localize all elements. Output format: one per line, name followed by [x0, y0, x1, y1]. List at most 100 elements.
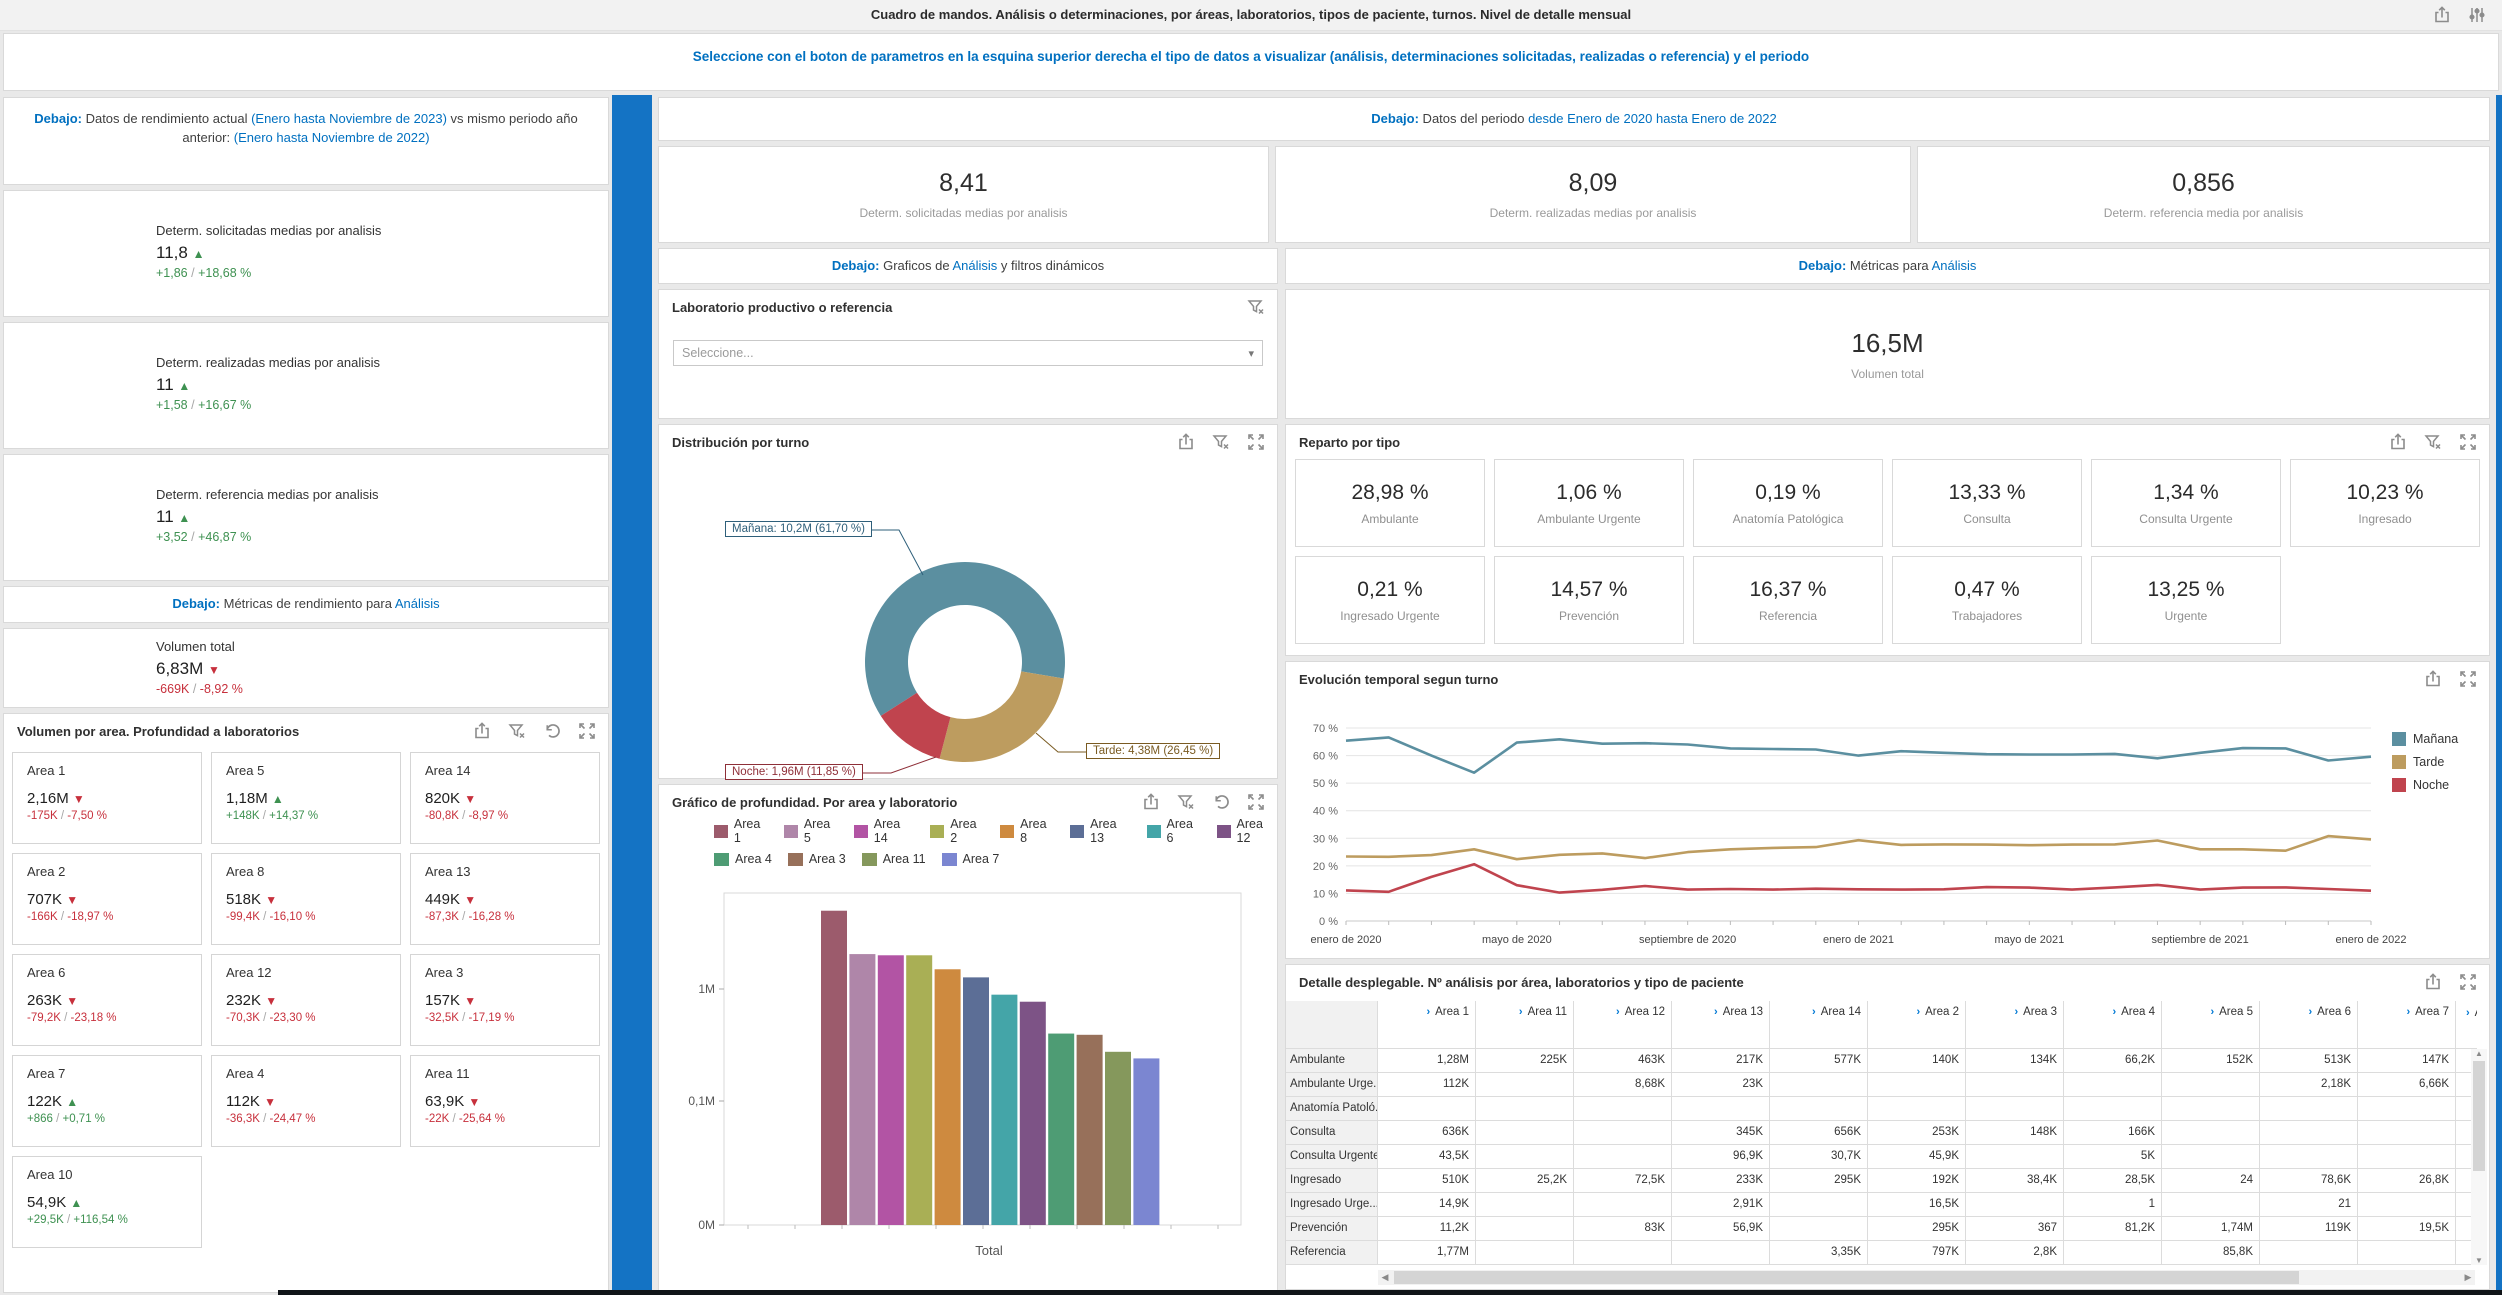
export-icon[interactable] [2424, 973, 2442, 991]
area-card[interactable]: Area 51,18M ▲+148K / +14,37 % [211, 752, 401, 844]
legend-item-mañana[interactable]: Mañana [2392, 732, 2458, 746]
column-header-area-2[interactable]: ›Area 2 [1868, 1001, 1966, 1049]
depth-bar-chart[interactable]: 1M0,1M0MTotal [659, 885, 1277, 1285]
clear-filter-icon[interactable] [1177, 793, 1195, 811]
reparto-tile[interactable]: 13,25 %Urgente [2091, 556, 2281, 644]
legend-item-area-2[interactable]: Area 2 [930, 817, 984, 845]
column-header-area-12[interactable]: ›Area 12 [1574, 1001, 1672, 1049]
reparto-tile[interactable]: 0,19 %Anatomía Patológica [1693, 459, 1883, 547]
table-vertical-scrollbar[interactable]: ▲ ▼ [2471, 1049, 2487, 1265]
legend-item-area-8[interactable]: Area 8 [1000, 817, 1054, 845]
expand-chevron-icon[interactable]: › [1812, 1006, 1816, 1018]
legend-item-area-12[interactable]: Area 12 [1217, 817, 1277, 845]
scroll-right-icon[interactable]: ▶ [2461, 1272, 2475, 1283]
expand-chevron-icon[interactable]: › [2406, 1006, 2410, 1018]
legend-item-tarde[interactable]: Tarde [2392, 755, 2458, 769]
undo-icon[interactable] [543, 722, 561, 740]
area-card[interactable]: Area 3157K ▼-32,5K / -17,19 % [410, 954, 600, 1046]
expand-icon[interactable] [1247, 433, 1265, 451]
column-header-area-5[interactable]: ›Area 5 [2162, 1001, 2260, 1049]
expand-chevron-icon[interactable]: › [2308, 1006, 2312, 1018]
area-card[interactable]: Area 8518K ▼-99,4K / -16,10 % [211, 853, 401, 945]
column-header-area-4[interactable]: ›Area 4 [2064, 1001, 2162, 1049]
legend-item-area-1[interactable]: Area 1 [714, 817, 768, 845]
table-horizontal-scrollbar[interactable]: ◀ ▶ [1378, 1270, 2475, 1285]
expand-chevron-icon[interactable]: › [2014, 1006, 2018, 1018]
column-header-area-14[interactable]: ›Area 14 [1770, 1001, 1868, 1049]
column-header-area-6[interactable]: ›Area 6 [2260, 1001, 2358, 1049]
export-icon[interactable] [2389, 433, 2407, 451]
legend-item-area-3[interactable]: Area 3 [788, 852, 846, 866]
expand-chevron-icon[interactable]: › [2112, 1006, 2116, 1018]
bar-area-1[interactable] [821, 911, 847, 1225]
donut-chart[interactable]: Mañana: 10,2M (61,70 %)Tarde: 4,38M (26,… [659, 465, 1277, 778]
area-card[interactable]: Area 13449K ▼-87,3K / -16,28 % [410, 853, 600, 945]
scroll-left-icon[interactable]: ◀ [1378, 1272, 1392, 1283]
legend-item-area-5[interactable]: Area 5 [784, 817, 838, 845]
bar-area-3[interactable] [1077, 1035, 1103, 1225]
bar-area-6[interactable] [991, 995, 1017, 1225]
expand-icon[interactable] [2459, 973, 2477, 991]
reparto-tile[interactable]: 0,21 %Ingresado Urgente [1295, 556, 1485, 644]
reparto-tile[interactable]: 14,57 %Prevención [1494, 556, 1684, 644]
reparto-tile[interactable]: 16,37 %Referencia [1693, 556, 1883, 644]
column-header-area-11[interactable]: ›Area 11 [1476, 1001, 1574, 1049]
clear-filter-icon[interactable] [508, 722, 526, 740]
bar-area-11[interactable] [1105, 1052, 1131, 1225]
bar-area-14[interactable] [878, 955, 904, 1225]
reparto-tile[interactable]: 1,34 %Consulta Urgente [2091, 459, 2281, 547]
reparto-tile[interactable]: 10,23 %Ingresado [2290, 459, 2480, 547]
column-header-area-13[interactable]: ›Area 13 [1672, 1001, 1770, 1049]
scroll-up-icon[interactable]: ▲ [2471, 1049, 2487, 1058]
area-card[interactable]: Area 14820K ▼-80,8K / -8,97 % [410, 752, 600, 844]
reparto-tile[interactable]: 0,47 %Trabajadores [1892, 556, 2082, 644]
legend-item-noche[interactable]: Noche [2392, 778, 2458, 792]
legend-item-area-13[interactable]: Area 13 [1070, 817, 1130, 845]
bar-area-8[interactable] [935, 969, 961, 1225]
bottom-scrollbar[interactable] [278, 1290, 2502, 1295]
column-header-area-7[interactable]: ›Area 7 [2358, 1001, 2456, 1049]
expand-chevron-icon[interactable]: › [2210, 1006, 2214, 1018]
lab-filter-dropdown[interactable]: Seleccione... ▾ [673, 340, 1263, 366]
reparto-tile[interactable]: 28,98 %Ambulante [1295, 459, 1485, 547]
bar-area-7[interactable] [1133, 1058, 1159, 1225]
area-card[interactable]: Area 7122K ▲+866 / +0,71 % [12, 1055, 202, 1147]
export-icon[interactable] [2433, 6, 2451, 24]
undo-icon[interactable] [1212, 793, 1230, 811]
column-header-area-1[interactable]: ›Area 1 [1378, 1001, 1476, 1049]
bar-area-4[interactable] [1048, 1034, 1074, 1225]
expand-chevron-icon[interactable]: › [1616, 1006, 1620, 1018]
expand-icon[interactable] [2459, 670, 2477, 688]
column-header-area-3[interactable]: ›Area 3 [1966, 1001, 2064, 1049]
scrollbar-thumb[interactable] [2473, 1061, 2485, 1171]
line-series-mañana[interactable] [1346, 737, 2371, 772]
clear-filter-icon[interactable] [2424, 433, 2442, 451]
export-icon[interactable] [2424, 670, 2442, 688]
area-card[interactable]: Area 4112K ▼-36,3K / -24,47 % [211, 1055, 401, 1147]
expand-icon[interactable] [1247, 793, 1265, 811]
expand-icon[interactable] [2459, 433, 2477, 451]
clear-filter-icon[interactable] [1247, 298, 1265, 316]
legend-item-area-7[interactable]: Area 7 [942, 852, 1000, 866]
reparto-tile[interactable]: 13,33 %Consulta [1892, 459, 2082, 547]
parameters-icon[interactable] [2468, 6, 2486, 24]
area-card[interactable]: Area 6263K ▼-79,2K / -23,18 % [12, 954, 202, 1046]
expand-chevron-icon[interactable]: › [1714, 1006, 1718, 1018]
area-card[interactable]: Area 1163,9K ▼-22K / -25,64 % [410, 1055, 600, 1147]
evolucion-line-chart[interactable]: 0 %10 %20 %30 %40 %50 %60 %70 %enero de … [1286, 696, 2489, 958]
scroll-down-icon[interactable]: ▼ [2471, 1256, 2487, 1265]
bar-area-5[interactable] [849, 954, 875, 1225]
scrollbar-thumb[interactable] [1394, 1271, 2299, 1284]
export-icon[interactable] [1177, 433, 1195, 451]
bar-area-2[interactable] [906, 955, 932, 1225]
bar-area-12[interactable] [1020, 1002, 1046, 1225]
area-card[interactable]: Area 2707K ▼-166K / -18,97 % [12, 853, 202, 945]
expand-chevron-icon[interactable]: › [1426, 1006, 1430, 1018]
area-card[interactable]: Area 12232K ▼-70,3K / -23,30 % [211, 954, 401, 1046]
expand-icon[interactable] [578, 722, 596, 740]
legend-item-area-4[interactable]: Area 4 [714, 852, 772, 866]
legend-item-area-6[interactable]: Area 6 [1147, 817, 1201, 845]
export-icon[interactable] [473, 722, 491, 740]
legend-item-area-11[interactable]: Area 11 [862, 852, 926, 866]
clear-filter-icon[interactable] [1212, 433, 1230, 451]
